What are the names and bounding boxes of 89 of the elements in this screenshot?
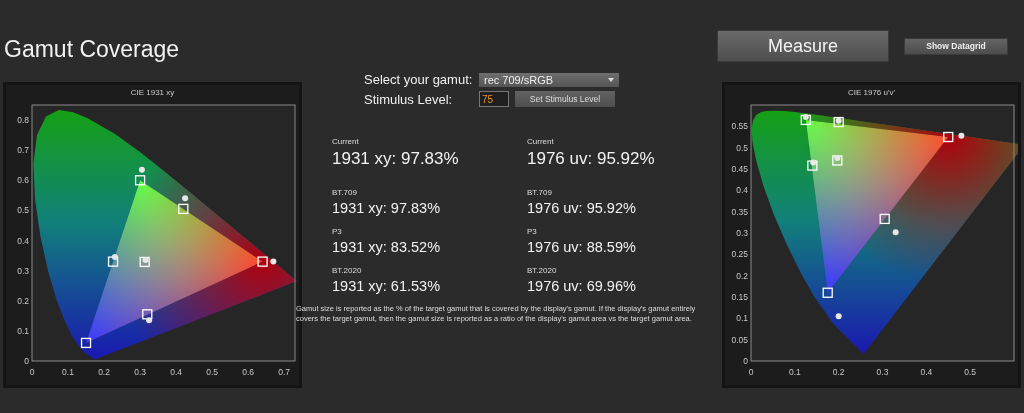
axis-tick-label: 0.4 <box>920 367 933 377</box>
axis-tick-label: 0.05 <box>731 334 748 345</box>
measured-point <box>270 258 277 265</box>
axis-tick-label: 0.15 <box>731 292 748 302</box>
set-stimulus-button[interactable]: Set Stimulus Level <box>515 91 615 107</box>
target-marker <box>134 175 146 186</box>
axis-tick-label: 0.55 <box>731 121 748 132</box>
axis-tick-label: 0.2 <box>736 270 748 281</box>
target-marker <box>107 256 119 267</box>
axis-tick-label: 0.8 <box>17 115 29 126</box>
stimulus-input[interactable]: 75 <box>479 91 509 107</box>
axis-tick-label: 0.1 <box>17 325 29 336</box>
axis-tick-label: 0 <box>743 356 748 366</box>
result-label: P3 <box>527 227 538 236</box>
result-value: 1976 uv: 88.59% <box>527 239 637 255</box>
measured-point <box>138 166 145 173</box>
measured-point <box>802 113 809 120</box>
chart-title: CIE 1976 u'v' <box>846 87 897 99</box>
measured-point <box>142 257 149 264</box>
axis-tick-label: 0 <box>24 356 29 366</box>
result-label: Current <box>527 137 555 146</box>
target-marker <box>832 155 843 166</box>
target-marker <box>833 116 844 128</box>
target-marker <box>178 203 189 215</box>
measured-point <box>835 117 842 124</box>
field-label: Stimulus Level: <box>364 91 454 107</box>
axis-tick-label: 0.6 <box>17 175 29 186</box>
chart-title: CIE 1931 xy <box>129 87 176 99</box>
target-marker <box>139 256 150 268</box>
measured-point <box>892 229 899 236</box>
measured-point <box>146 317 153 324</box>
axis-tick-label: 0.5 <box>964 367 977 377</box>
target-marker <box>879 213 890 225</box>
axis-tick-label: 0.3 <box>876 367 889 377</box>
gamut-dropdown[interactable]: rec 709/sRGB <box>479 72 619 87</box>
axis-tick-label: 0.6 <box>242 367 255 377</box>
page-title: Gamut Coverage <box>4 36 180 63</box>
show-datagrid-button[interactable]: Show Datagrid <box>904 37 1008 55</box>
axis-tick-label: 0.1 <box>62 367 74 377</box>
axis-tick-label: 0.25 <box>731 249 748 260</box>
axis-tick-label: 0.45 <box>731 164 748 174</box>
measured-point <box>111 254 118 261</box>
axis-tick-label: 0.7 <box>17 145 29 156</box>
result-value: 1931 xy: 97.83% <box>332 200 442 216</box>
measured-point <box>834 154 841 161</box>
result-value: 1931 xy: 61.53% <box>332 278 442 294</box>
axis-tick-label: 0 <box>748 367 754 377</box>
axis-tick-label: 0 <box>29 367 35 377</box>
axis-tick-label: 0.3 <box>17 265 29 276</box>
axis-tick-label: 0.2 <box>17 295 29 306</box>
result-label: BT.2020 <box>527 266 558 275</box>
axis-tick-label: 0.2 <box>832 367 845 377</box>
target-marker <box>80 337 92 349</box>
result-label: BT.2020 <box>332 266 363 275</box>
target-marker <box>807 160 818 171</box>
result-label: BT.709 <box>332 188 358 197</box>
axis-tick-label: 0.4 <box>17 235 29 246</box>
measured-point <box>958 132 965 139</box>
axis-tick-label: 0.2 <box>98 367 110 377</box>
field-label: Select your gamut: <box>364 72 474 87</box>
target-marker <box>822 287 833 298</box>
target-marker <box>943 131 954 143</box>
axis-tick-label: 0.1 <box>788 367 801 377</box>
result-value: 1976 uv: 95.92% <box>527 149 656 169</box>
axis-tick-label: 0.5 <box>17 205 29 216</box>
result-value: 1931 xy: 97.83% <box>332 149 460 169</box>
result-value: 1976 uv: 95.92% <box>527 200 637 216</box>
measure-button[interactable]: Measure <box>717 30 889 62</box>
axis-tick-label: 0.1 <box>736 313 748 324</box>
axis-tick-label: 0.4 <box>170 367 182 377</box>
result-label: P3 <box>332 227 343 236</box>
axis-tick-label: 0.5 <box>206 367 219 377</box>
target-marker <box>800 114 811 126</box>
axis-tick-label: 0.35 <box>731 206 748 217</box>
target-marker <box>257 256 268 267</box>
result-value: 1931 xy: 83.52% <box>332 239 442 255</box>
result-label: Current <box>332 137 360 146</box>
axis-tick-label: 0.3 <box>134 367 146 377</box>
measured-point <box>182 195 189 202</box>
caret-icon <box>608 77 614 82</box>
axis-tick-label: 0.4 <box>736 185 748 196</box>
axis-tick-label: 0.5 <box>736 142 748 153</box>
axis-tick-label: 0.7 <box>278 367 291 377</box>
target-marker <box>142 309 153 320</box>
result-value: 1976 uv: 69.96% <box>527 278 637 294</box>
result-label: BT.709 <box>527 188 553 197</box>
measured-point <box>835 313 842 320</box>
axis-tick-label: 0.3 <box>736 228 748 238</box>
measured-point <box>810 159 817 166</box>
